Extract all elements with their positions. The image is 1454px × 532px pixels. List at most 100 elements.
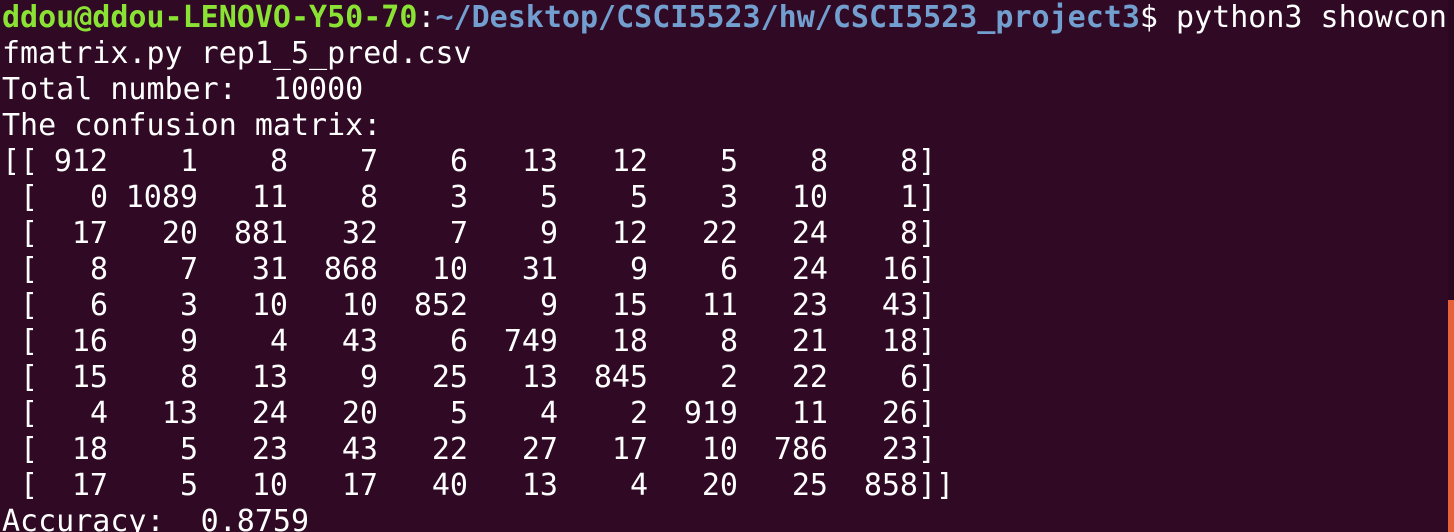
terminal-window[interactable]: ddou@ddou-LENOVO-Y50-70:~/Desktop/CSCI55… [0,0,1454,532]
matrix-cell: 852 [413,288,468,323]
matrix-cell: 23 [881,432,918,467]
matrix-close-bracket: ] [918,288,937,323]
matrix-cell: 17 [71,468,108,503]
matrix-cell: 9 [539,288,558,323]
matrix-cell: 9 [629,252,648,287]
matrix-close-bracket: ] [918,252,937,287]
matrix-heading: The confusion matrix: [2,108,382,143]
matrix-cell: 6 [719,252,738,287]
matrix-cell: 5 [179,468,198,503]
matrix-cell: 21 [791,324,828,359]
prompt-line: ddou@ddou-LENOVO-Y50-70:~/Desktop/CSCI55… [2,0,1447,36]
matrix-cell: 31 [521,252,558,287]
matrix-cell: 26 [881,396,918,431]
matrix-cell: 10 [701,432,738,467]
matrix-cell: 24 [251,396,288,431]
matrix-cell: 22 [431,432,468,467]
matrix-cell: 25 [791,468,828,503]
matrix-cell: 8 [89,252,108,287]
matrix-cell: 881 [233,216,288,251]
matrix-cell: 4 [269,324,288,359]
matrix-cell: 8 [899,216,918,251]
matrix-cell: 5 [539,180,558,215]
matrix-cell: 20 [161,216,198,251]
matrix-cell: 749 [503,324,558,359]
matrix-cell: 2 [629,396,648,431]
matrix-cell: 17 [341,468,378,503]
matrix-cell: 43 [341,324,378,359]
matrix-close-bracket: ]] [918,468,955,503]
matrix-cell: 6 [89,288,108,323]
matrix-cell: 5 [449,396,468,431]
matrix-cell: 23 [791,288,828,323]
matrix-cell: 1 [179,144,198,179]
prompt-dollar: $ [1139,0,1158,35]
matrix-cell: 919 [683,396,738,431]
command-wrap-line: fmatrix.py rep1_5_pred.csv [2,36,472,71]
matrix-cell: 6 [899,360,918,395]
matrix-cell: 43 [341,432,378,467]
matrix-cell: 858 [863,468,918,503]
matrix-cell: 1 [899,180,918,215]
matrix-cell: 4 [539,396,558,431]
matrix-cell: 9 [179,324,198,359]
matrix-cell: 8 [899,144,918,179]
accuracy-line: Accuracy: 0.8759 [2,504,310,532]
scrollbar-thumb[interactable] [1448,300,1454,532]
matrix-cell: 22 [791,360,828,395]
matrix-cell: 786 [773,432,828,467]
scrollbar-track[interactable] [1448,0,1454,532]
matrix-close-bracket: ] [918,324,937,359]
prompt-colon: : [417,0,436,35]
matrix-close-bracket: ] [918,144,937,179]
matrix-cell: 8 [719,324,738,359]
matrix-cell: 11 [701,288,738,323]
matrix-cell: 1089 [125,180,198,215]
matrix-cell: 3 [179,288,198,323]
matrix-cell: 18 [611,324,648,359]
matrix-cell: 3 [719,180,738,215]
matrix-cell: 24 [791,216,828,251]
matrix-cell: 27 [521,432,558,467]
matrix-cell: 18 [71,432,108,467]
matrix-cell: 11 [251,180,288,215]
matrix-close-bracket: ] [918,180,937,215]
matrix-cell: 8 [809,144,828,179]
matrix-cell: 10 [341,288,378,323]
matrix-cell: 5 [629,180,648,215]
matrix-cell: 10 [251,288,288,323]
matrix-cell: 5 [179,432,198,467]
matrix-cell: 20 [701,468,738,503]
matrix-cell: 845 [593,360,648,395]
matrix-cell: 40 [431,468,468,503]
matrix-cell: 9 [359,360,378,395]
matrix-cell: 6 [449,324,468,359]
matrix-cell: 10 [791,180,828,215]
matrix-close-bracket: ] [918,360,937,395]
matrix-cell: 12 [611,216,648,251]
matrix-cell: 3 [449,180,468,215]
matrix-cell: 9 [539,216,558,251]
matrix-cell: 7 [449,216,468,251]
matrix-close-bracket: ] [918,396,937,431]
matrix-cell: 13 [521,468,558,503]
matrix-cell: 13 [251,360,288,395]
matrix-cell: 15 [71,360,108,395]
prompt-path: ~/Desktop/CSCI5523/hw/CSCI5523_project3 [435,0,1140,35]
matrix-cell: 2 [719,360,738,395]
matrix-cell: 8 [269,144,288,179]
matrix-cell: 13 [521,360,558,395]
matrix-cell: 17 [611,432,648,467]
matrix-cell: 868 [323,252,378,287]
command-text: python3 showcon [1157,0,1447,35]
matrix-cell: 7 [359,144,378,179]
matrix-cell: 7 [179,252,198,287]
matrix-cell: 22 [701,216,738,251]
matrix-cell: 0 [89,180,108,215]
matrix-cell: 15 [611,288,648,323]
matrix-close-bracket: ] [918,432,937,467]
matrix-cell: 17 [71,216,108,251]
matrix-cell: 10 [431,252,468,287]
matrix-cell: 4 [629,468,648,503]
matrix-cell: 16 [71,324,108,359]
